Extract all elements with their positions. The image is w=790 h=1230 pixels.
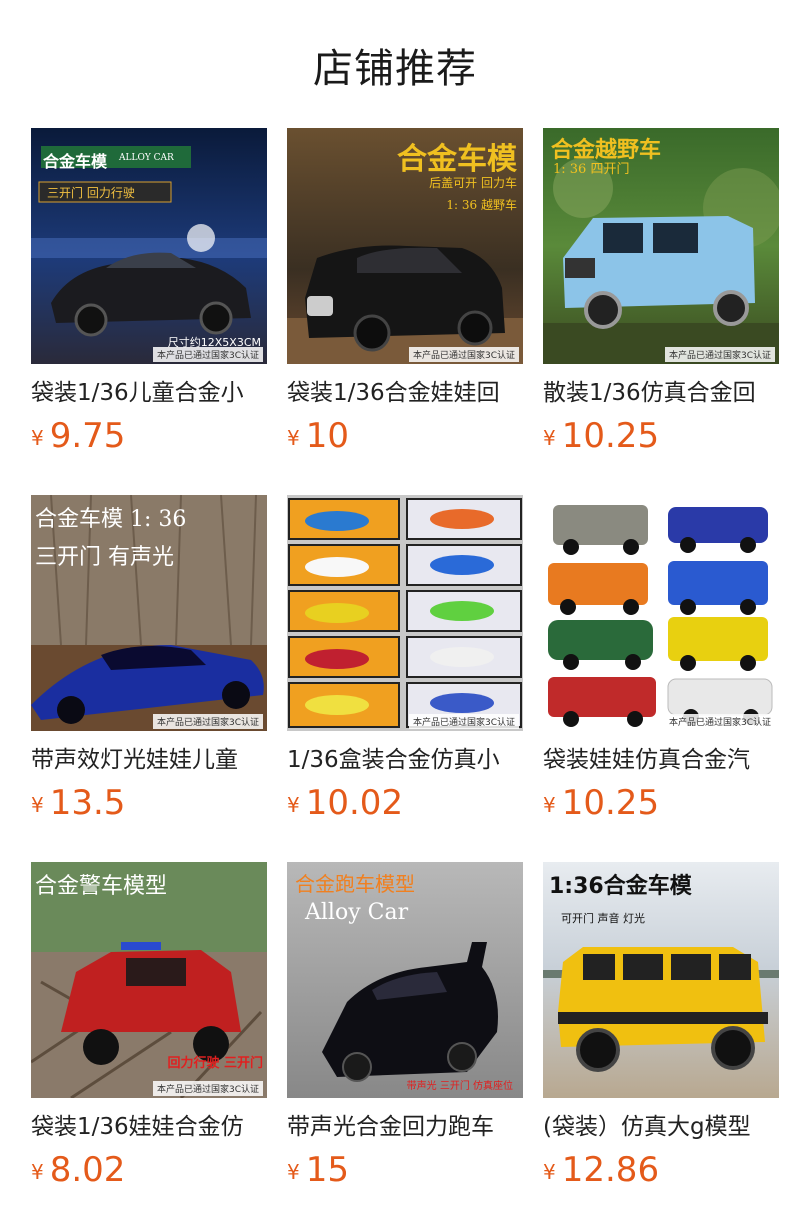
- product-name[interactable]: 1/36盒装合金仿真小: [287, 745, 523, 775]
- currency-symbol: ¥: [543, 426, 556, 450]
- overlay-text: 可开门 声音 灯光: [561, 912, 645, 925]
- product-card[interactable]: 1:36合金车模 可开门 声音 灯光 (袋装）仿真大g模型 ¥12.86: [543, 862, 779, 1229]
- price-value: 10.25: [561, 416, 660, 456]
- certification-badge: 本产品已通过国家3C认证: [408, 714, 519, 729]
- product-image[interactable]: 合金警车模型 回力行驶 三开门 本产品已通过国家3C认证: [31, 862, 267, 1098]
- product-price: ¥10.02: [287, 783, 523, 823]
- currency-symbol: ¥: [287, 426, 300, 450]
- overlay-text: Alloy Car: [305, 900, 409, 925]
- product-name[interactable]: 袋装娃娃仿真合金汽: [543, 745, 779, 775]
- price-value: 13.5: [49, 783, 126, 823]
- product-price: ¥9.75: [31, 416, 267, 456]
- currency-symbol: ¥: [31, 426, 44, 450]
- product-grid: 合金车模 ALLOY CAR 三开门 回力行驶 尺寸约12X5X3CM 本产品已…: [31, 128, 779, 1229]
- certification-badge: 本产品已通过国家3C认证: [152, 347, 263, 362]
- product-card[interactable]: 合金车模 1: 36 三开门 有声光 本产品已通过国家3C认证 带声效灯光娃娃儿…: [31, 495, 267, 862]
- product-name[interactable]: 袋装1/36儿童合金小: [31, 378, 267, 408]
- product-image[interactable]: 合金车模 1: 36 三开门 有声光 本产品已通过国家3C认证: [31, 495, 267, 731]
- price-value: 15: [305, 1150, 349, 1190]
- product-price: ¥13.5: [31, 783, 267, 823]
- overlay-text: 1: 36 四开门: [553, 162, 630, 177]
- product-price: ¥12.86: [543, 1150, 779, 1190]
- price-value: 10: [305, 416, 349, 456]
- product-price: ¥10: [287, 416, 523, 456]
- currency-symbol: ¥: [543, 1160, 556, 1184]
- currency-symbol: ¥: [287, 1160, 300, 1184]
- overlay-text: 三开门 回力行驶: [47, 186, 135, 200]
- certification-badge: 本产品已通过国家3C认证: [152, 714, 263, 729]
- product-name[interactable]: (袋装）仿真大g模型: [543, 1112, 779, 1142]
- product-image[interactable]: 1:36合金车模 可开门 声音 灯光: [543, 862, 779, 1098]
- overlay-text: 回力行驶 三开门: [167, 1056, 263, 1071]
- product-image[interactable]: 合金车模 后盖可开 回力车 1: 36 越野车 本产品已通过国家3C认证: [287, 128, 523, 364]
- certification-badge: 本产品已通过国家3C认证: [152, 1081, 263, 1096]
- price-value: 10.02: [305, 783, 404, 823]
- product-price: ¥10.25: [543, 416, 779, 456]
- overlay-text: 合金车模: [43, 152, 108, 171]
- currency-symbol: ¥: [31, 793, 44, 817]
- certification-badge: 本产品已通过国家3C认证: [408, 347, 519, 362]
- product-price: ¥8.02: [31, 1150, 267, 1190]
- price-value: 10.25: [561, 783, 660, 823]
- product-image[interactable]: 合金跑车模型 Alloy Car 带声光 三开门 仿真座位: [287, 862, 523, 1098]
- product-card[interactable]: 本产品已通过国家3C认证 1/36盒装合金仿真小 ¥10.02: [287, 495, 523, 862]
- overlay-text: 1: 36 越野车: [446, 198, 517, 212]
- overlay-text: 后盖可开 回力车: [429, 176, 517, 190]
- overlay-text: 1:36合金车模: [549, 874, 692, 899]
- product-card[interactable]: 合金车模 ALLOY CAR 三开门 回力行驶 尺寸约12X5X3CM 本产品已…: [31, 128, 267, 495]
- product-name[interactable]: 散装1/36仿真合金回: [543, 378, 779, 408]
- product-image[interactable]: 合金越野车 1: 36 四开门 本产品已通过国家3C认证: [543, 128, 779, 364]
- price-value: 8.02: [49, 1150, 126, 1190]
- product-price: ¥10.25: [543, 783, 779, 823]
- overlay-text: 合金车模 1: 36: [35, 507, 187, 532]
- currency-symbol: ¥: [287, 793, 300, 817]
- overlay-text: 合金跑车模型: [295, 872, 415, 896]
- currency-symbol: ¥: [31, 1160, 44, 1184]
- product-card[interactable]: 合金车模 后盖可开 回力车 1: 36 越野车 本产品已通过国家3C认证 袋装1…: [287, 128, 523, 495]
- overlay-text: 带声光 三开门 仿真座位: [406, 1081, 513, 1092]
- overlay-text: 合金警车模型: [35, 874, 168, 899]
- price-value: 9.75: [49, 416, 126, 456]
- product-name[interactable]: 带声效灯光娃娃儿童: [31, 745, 267, 775]
- product-image[interactable]: 合金车模 ALLOY CAR 三开门 回力行驶 尺寸约12X5X3CM 本产品已…: [31, 128, 267, 364]
- product-card[interactable]: 合金警车模型 回力行驶 三开门 本产品已通过国家3C认证 袋装1/36娃娃合金仿…: [31, 862, 267, 1229]
- overlay-text: ALLOY CAR: [119, 153, 174, 163]
- product-card[interactable]: 本产品已通过国家3C认证 袋装娃娃仿真合金汽 ¥10.25: [543, 495, 779, 862]
- product-name[interactable]: 带声光合金回力跑车: [287, 1112, 523, 1142]
- product-image[interactable]: 本产品已通过国家3C认证: [543, 495, 779, 731]
- overlay-text: 三开门 有声光: [35, 545, 174, 570]
- currency-symbol: ¥: [543, 793, 556, 817]
- product-card[interactable]: 合金越野车 1: 36 四开门 本产品已通过国家3C认证 散装1/36仿真合金回…: [543, 128, 779, 495]
- certification-badge: 本产品已通过国家3C认证: [664, 347, 775, 362]
- product-name[interactable]: 袋装1/36合金娃娃回: [287, 378, 523, 408]
- product-name[interactable]: 袋装1/36娃娃合金仿: [31, 1112, 267, 1142]
- product-card[interactable]: 合金跑车模型 Alloy Car 带声光 三开门 仿真座位 带声光合金回力跑车 …: [287, 862, 523, 1229]
- product-price: ¥15: [287, 1150, 523, 1190]
- product-image[interactable]: 本产品已通过国家3C认证: [287, 495, 523, 731]
- section-title: 店铺推荐: [313, 46, 477, 92]
- certification-badge: 本产品已通过国家3C认证: [664, 714, 775, 729]
- overlay-text: 合金车模: [397, 142, 517, 177]
- price-value: 12.86: [561, 1150, 660, 1190]
